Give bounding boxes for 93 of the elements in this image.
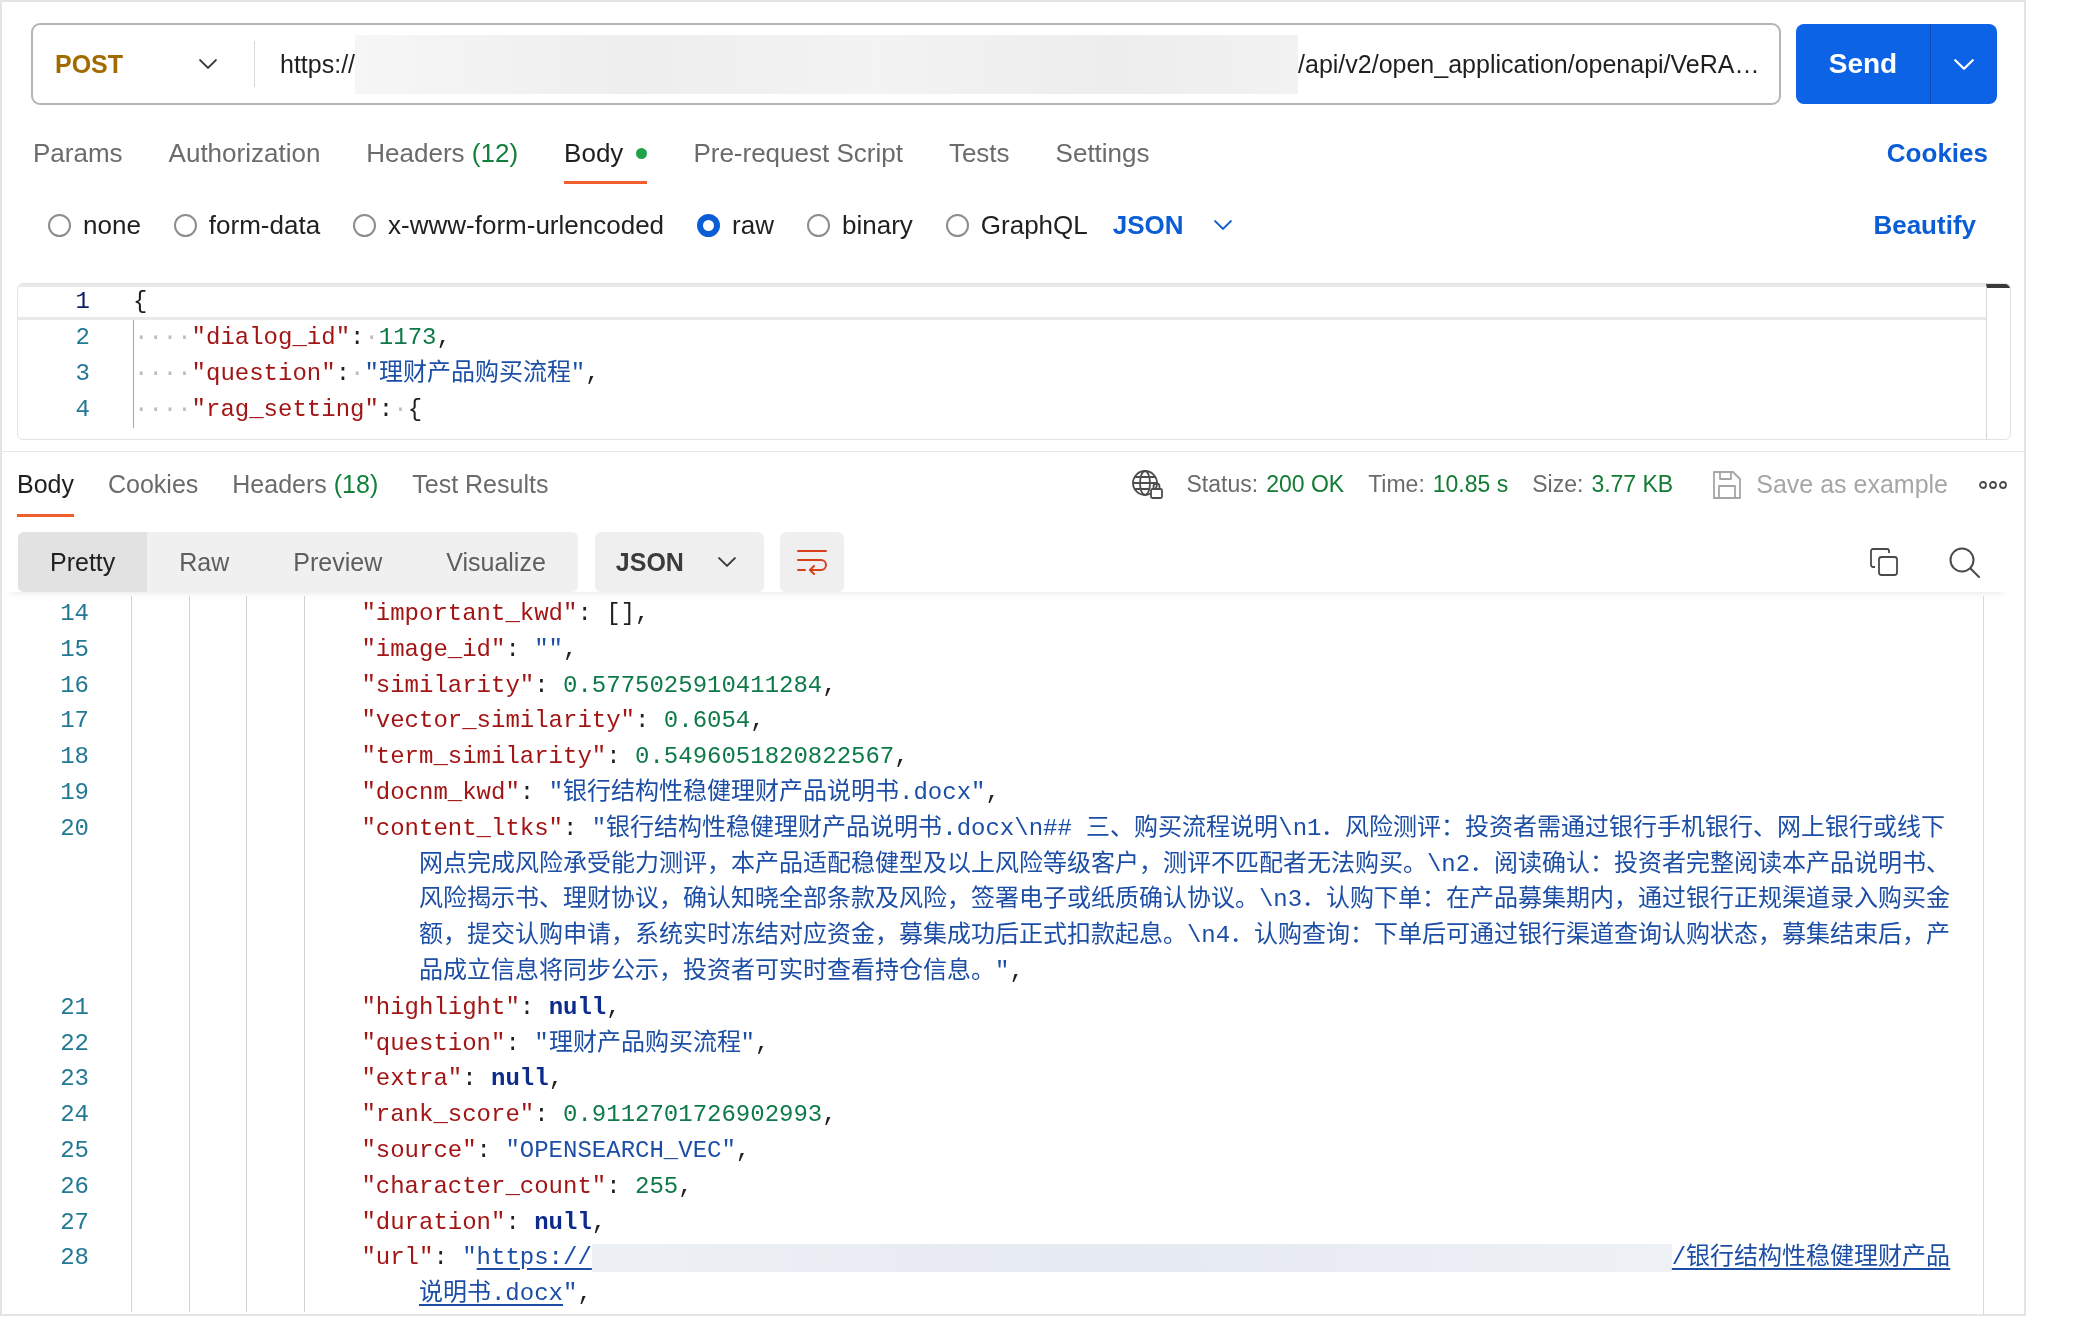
line-number: 18 bbox=[59, 742, 89, 773]
line-number: 4 bbox=[74, 395, 90, 425]
line-number: 14 bbox=[59, 599, 89, 629]
code-line: { bbox=[133, 287, 148, 317]
line-number: 20 bbox=[59, 813, 89, 844]
line-number: 1 bbox=[74, 287, 90, 317]
stat-value: 200 OK bbox=[1266, 471, 1345, 498]
code-line: ····"question":·"理财产品购买流程", bbox=[133, 356, 600, 392]
line-number: 28 bbox=[59, 1243, 89, 1274]
globe-lock-icon bbox=[1131, 470, 1163, 499]
stat-label: Status: bbox=[1186, 471, 1259, 498]
code-line: "duration": null, bbox=[361, 1207, 607, 1238]
more-icon bbox=[1979, 480, 2007, 489]
body-type-option[interactable]: none bbox=[48, 209, 141, 241]
body-type-option[interactable]: raw bbox=[697, 209, 774, 241]
code-line: "term_similarity": 0.5496051820822567, bbox=[361, 742, 909, 773]
body-type-option[interactable]: x-www-form-urlencoded bbox=[353, 209, 665, 241]
request-tab[interactable]: Params bbox=[33, 123, 123, 184]
send-button[interactable]: Send bbox=[1796, 24, 1931, 104]
body-format-dropdown[interactable]: JSON bbox=[1112, 209, 1232, 241]
code-line: "important_kwd": [], bbox=[361, 599, 650, 629]
wrap-lines-icon bbox=[796, 549, 827, 575]
code-line: "similarity": 0.5775025910411284, bbox=[361, 670, 837, 701]
code-line: "question": "理财产品购买流程", bbox=[361, 1028, 770, 1059]
caret-icon bbox=[1213, 220, 1232, 230]
request-tab[interactable]: Tests bbox=[948, 123, 1010, 184]
line-number: 21 bbox=[59, 992, 89, 1023]
line-number: 24 bbox=[59, 1100, 89, 1131]
line-number: 26 bbox=[59, 1171, 89, 1202]
code-line: "character_count": 255, bbox=[361, 1171, 693, 1202]
code-line: "vector_similarity": 0.6054, bbox=[361, 706, 765, 737]
code-line: "extra": null, bbox=[361, 1064, 564, 1095]
body-type-option[interactable]: binary bbox=[807, 209, 913, 241]
line-number: 23 bbox=[59, 1064, 89, 1095]
code-line: "image_id": "", bbox=[361, 634, 578, 665]
stat-value: 10.85 s bbox=[1432, 471, 1509, 498]
radio-icon[interactable] bbox=[353, 213, 377, 237]
stat-label: Size: bbox=[1532, 471, 1584, 498]
line-number: 27 bbox=[59, 1207, 89, 1238]
stat-value: 3.77 KB bbox=[1591, 471, 1674, 498]
caret-icon bbox=[1954, 58, 1974, 70]
stat-label: Time: bbox=[1368, 471, 1425, 498]
line-number: 3 bbox=[74, 359, 90, 389]
scrollbar[interactable] bbox=[1986, 284, 2010, 439]
view-mode-tab[interactable]: Raw bbox=[147, 532, 262, 592]
response-tab[interactable]: Headers (18) bbox=[232, 452, 379, 517]
code-line: "content_ltks": "银行结构性稳健理财产品说明书.docx\n## 三、购买流程说明\n1．风险测评：投资者需通过银行手机银行、网上银行或线下网点完成风险承受能力测评，本产品适配稳健型及以上风险等级客户，测评不匹配者无法购买。\n2．阅读确认：投资者完整阅读本产品说明书、风险揭示书、理财协议，确认知晓全部条款及风险，签署电子或纸质确认协议。\n3．认购下单：在产品募集期内，通过银行正规渠道录入购买金额，提交认购申请，系统实时冻结对应资金，募集成功后正式扣款起息。\n4．认购查询：下单后可通过银行渠道查询认购状态，募集结束后，产品成立信息将同步公示，投资者可实时查看持仓信息。", bbox=[361, 813, 1952, 987]
request-tab[interactable]: Settings bbox=[1055, 123, 1150, 184]
line-number: 25 bbox=[59, 1135, 89, 1166]
line-number: 19 bbox=[59, 778, 89, 808]
line-number: 16 bbox=[59, 670, 89, 701]
response-tab[interactable]: Test Results bbox=[412, 452, 549, 517]
response-tab[interactable]: Cookies bbox=[108, 452, 199, 517]
search-icon bbox=[1949, 546, 1980, 578]
line-number: 15 bbox=[59, 634, 89, 665]
code-line: ····"rag_setting":·{ bbox=[133, 392, 423, 428]
code-line: "highlight": null, bbox=[361, 992, 621, 1023]
radio-icon[interactable] bbox=[945, 213, 969, 237]
wrap-lines-button[interactable] bbox=[779, 532, 844, 592]
url-field[interactable]: https:// /api/v2/open_application/openapi/VeRA… bbox=[255, 25, 1779, 103]
request-body-editor[interactable]: 1 { 2 ····"dialog_id":·1173, 3 ····"question":·"理财产品购买流程", 4 ····"rag_setting":·{ bbox=[17, 283, 2011, 440]
request-tab[interactable]: Authorization bbox=[168, 123, 321, 184]
body-type-option[interactable]: form-data bbox=[173, 209, 321, 241]
code-line: "rank_score": 0.9112701726902993, bbox=[361, 1100, 837, 1131]
request-tab[interactable]: Body bbox=[564, 123, 648, 184]
radio-icon[interactable] bbox=[807, 213, 830, 237]
response-tab[interactable]: Body bbox=[17, 452, 74, 517]
cookies-link[interactable]: Cookies bbox=[1886, 138, 1988, 169]
body-type-option[interactable]: GraphQL bbox=[945, 209, 1088, 241]
view-mode-tab[interactable]: Pretty bbox=[18, 532, 148, 592]
request-tab[interactable]: Pre-request Script bbox=[693, 123, 903, 184]
code-line: "docnm_kwd": "银行结构性稳健理财产品说明书.docx", bbox=[361, 777, 1000, 808]
beautify-link[interactable]: Beautify bbox=[1873, 209, 1976, 241]
copy-button[interactable] bbox=[1870, 548, 1898, 576]
radio-icon[interactable] bbox=[173, 213, 197, 237]
code-line: ····"dialog_id":·1173, bbox=[133, 320, 451, 356]
caret-icon bbox=[199, 59, 217, 69]
view-mode-tab[interactable]: Visualize bbox=[414, 532, 578, 592]
method-dropdown[interactable]: POST bbox=[33, 25, 254, 103]
response-format-dropdown[interactable]: JSON bbox=[594, 532, 764, 592]
search-button[interactable] bbox=[1949, 546, 1980, 578]
line-number: 22 bbox=[59, 1028, 89, 1059]
code-line: "url": "https:// /银行结构性稳健理财产品说明书.docx", bbox=[361, 1242, 1952, 1310]
line-number: 17 bbox=[59, 706, 89, 737]
radio-icon[interactable] bbox=[697, 213, 721, 237]
copy-icon bbox=[1870, 548, 1898, 576]
more-button[interactable] bbox=[1979, 480, 2007, 489]
line-number: 2 bbox=[74, 323, 90, 353]
radio-icon[interactable] bbox=[48, 213, 71, 237]
code-line: "source": "OPENSEARCH_VEC", bbox=[361, 1135, 751, 1166]
request-tab[interactable]: Headers (12) bbox=[366, 123, 519, 184]
view-mode-tab[interactable]: Preview bbox=[261, 532, 415, 592]
caret-icon bbox=[717, 557, 736, 567]
